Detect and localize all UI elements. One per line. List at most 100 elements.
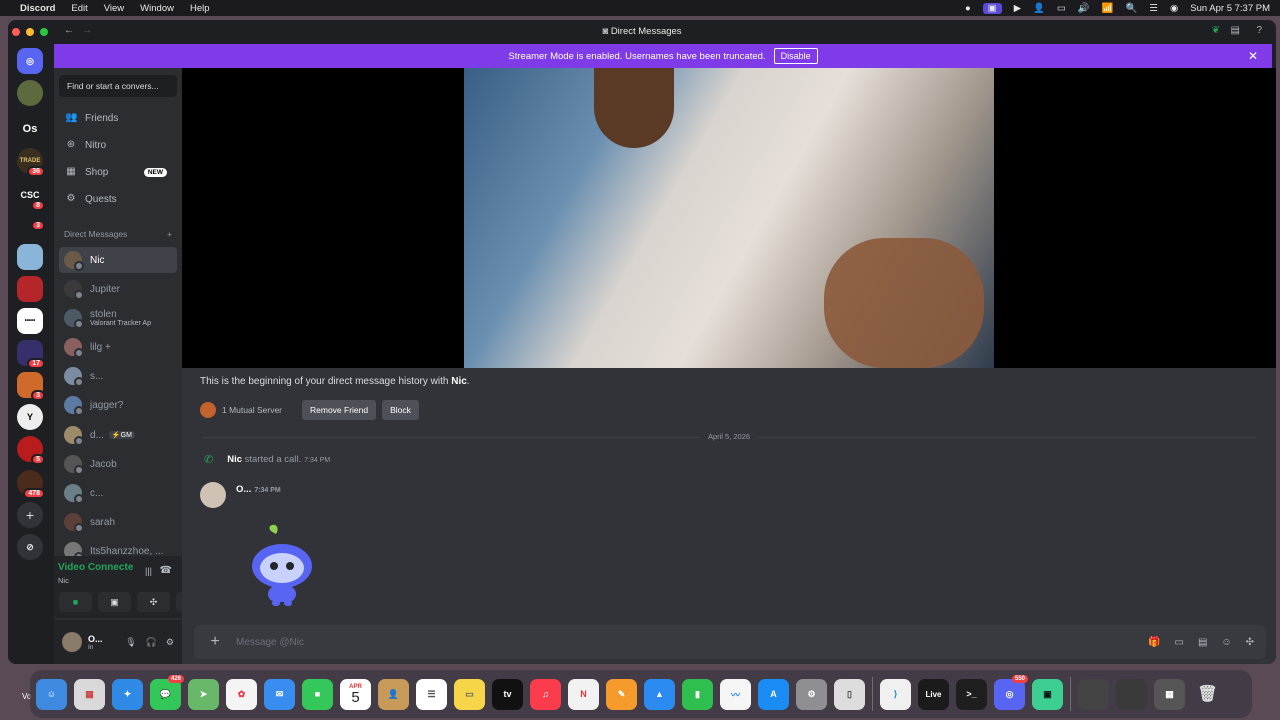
server-icon-csc[interactable]: CSC 8	[17, 182, 45, 211]
noise-suppression-icon[interactable]: |||	[145, 566, 152, 576]
video-stage[interactable]	[182, 68, 1276, 368]
dm-item[interactable]: Nic	[59, 247, 177, 273]
photos-icon[interactable]: ✿	[226, 678, 257, 710]
menu-app-name[interactable]: Discord	[20, 3, 55, 14]
dm-item[interactable]: stolen Valorant Tracker Ap	[59, 305, 177, 331]
dm-item[interactable]: Jupiter	[59, 276, 177, 302]
mail-icon[interactable]: ✉	[264, 678, 295, 710]
dm-item[interactable]: Jacob	[59, 451, 177, 477]
record-icon[interactable]: ●	[965, 3, 971, 14]
block-button[interactable]: Block	[382, 400, 419, 420]
discover-icon[interactable]: ⊘	[17, 534, 43, 560]
disconnect-icon[interactable]: ☎	[160, 565, 172, 576]
server-icon-7[interactable]: •••••	[17, 308, 43, 334]
vscode-icon[interactable]: ⟩	[880, 678, 911, 710]
emoji-icon[interactable]: ☺	[1221, 637, 1231, 648]
create-dm-icon[interactable]: +	[167, 229, 172, 239]
play-icon[interactable]: ▶	[1014, 3, 1021, 14]
dm-item[interactable]: s...	[59, 363, 177, 389]
video-feed[interactable]	[464, 68, 994, 368]
nav-shop[interactable]: ▦ Shop NEW	[59, 161, 177, 183]
downloads-icon[interactable]	[1078, 678, 1109, 710]
terminal-icon[interactable]: >_	[956, 678, 987, 710]
server-icon-12[interactable]: 478	[17, 470, 45, 499]
volume-icon[interactable]: 🔊	[1078, 3, 1090, 14]
gif-icon[interactable]: ▭	[1174, 637, 1183, 648]
notes-icon[interactable]: ▭	[454, 678, 485, 710]
user-icon[interactable]: 👤	[1033, 3, 1045, 14]
documents-icon[interactable]	[1116, 678, 1147, 710]
server-icon-6[interactable]	[17, 276, 43, 302]
server-icon-5[interactable]	[17, 244, 43, 270]
server-icon-os[interactable]: Os	[17, 116, 43, 142]
siri-icon[interactable]: ◉	[1170, 3, 1178, 14]
activities-icon[interactable]: ✣	[137, 592, 170, 612]
trash-icon[interactable]: 🗑	[1192, 679, 1223, 710]
dm-item[interactable]: jagger?	[59, 392, 177, 418]
dm-item[interactable]: d... ⚡GM	[59, 422, 177, 448]
server-icon-11[interactable]: 5	[17, 436, 45, 465]
server-icon-9[interactable]: 3	[17, 372, 45, 401]
server-icon-8[interactable]: 17	[17, 340, 45, 369]
inbox-icon[interactable]: ▤	[1231, 25, 1240, 36]
contacts-icon[interactable]: 👤	[378, 678, 409, 710]
server-icon-0[interactable]	[17, 80, 43, 106]
ableton-live-icon[interactable]: Live	[918, 678, 949, 710]
disable-streamer-button[interactable]: Disable	[773, 48, 818, 64]
wumpus-sticker[interactable]	[242, 518, 322, 608]
search-icon[interactable]: 🔍	[1126, 3, 1138, 14]
reminders-icon[interactable]: ☰	[416, 678, 447, 710]
help-icon[interactable]: ?	[1256, 25, 1262, 36]
recent-folder-icon[interactable]: ▦	[1154, 678, 1185, 710]
close-banner-icon[interactable]: ✕	[1248, 49, 1258, 63]
facetime-icon[interactable]: ■	[302, 678, 333, 710]
dm-item[interactable]: c...	[59, 480, 177, 506]
avatar[interactable]	[62, 632, 82, 652]
leaf-icon[interactable]: ❦	[1212, 25, 1220, 36]
calendar-icon[interactable]: APR 5	[340, 678, 371, 710]
call-author[interactable]: Nic	[227, 454, 242, 465]
message-avatar[interactable]	[200, 482, 226, 508]
microphone-icon[interactable]: 🎙	[125, 637, 136, 648]
menu-view[interactable]: View	[104, 3, 124, 14]
message-author[interactable]: O...	[236, 484, 251, 495]
nav-friends[interactable]: 👥 Friends	[59, 107, 177, 129]
mutual-server-icon[interactable]	[200, 402, 216, 418]
news-icon[interactable]: N	[568, 678, 599, 710]
iphone-mirroring-icon[interactable]: ▯	[834, 678, 865, 710]
pages-icon[interactable]: ✎	[606, 678, 637, 710]
menu-edit[interactable]: Edit	[71, 3, 87, 14]
menubar-clock[interactable]: Sun Apr 5 7:37 PM	[1190, 3, 1270, 14]
gift-icon[interactable]: 🎁	[1148, 637, 1160, 648]
numbers-icon[interactable]: ▮	[682, 678, 713, 710]
display-icon[interactable]: ▭	[1057, 3, 1066, 14]
server-icon-trade[interactable]: TRADE 36	[17, 148, 45, 177]
nav-quests[interactable]: ⚙ Quests	[59, 188, 177, 210]
mutual-servers[interactable]: 1 Mutual Server	[222, 405, 282, 415]
messages-icon[interactable]: 💬 426	[150, 674, 184, 710]
camera-icon[interactable]: ■	[59, 592, 92, 612]
gear-icon[interactable]: ⚙	[166, 637, 174, 648]
control-center-icon[interactable]: ☰	[1149, 3, 1158, 14]
wifi-icon[interactable]: 📶	[1102, 3, 1114, 14]
discord-icon[interactable]: ◎ 550	[994, 674, 1028, 710]
keynote-icon[interactable]: ▲	[644, 678, 675, 710]
message-input[interactable]: Message @Nic	[236, 637, 304, 648]
voice-channel[interactable]: Nic	[58, 576, 69, 585]
safari-icon[interactable]: ✦	[112, 678, 143, 710]
apps-icon[interactable]: ✣	[1246, 637, 1254, 648]
message-composer[interactable]: + Message @Nic 🎁 ▭ ▤ ☺ ✣	[194, 625, 1266, 659]
system-settings-icon[interactable]: ⚙	[796, 678, 827, 710]
dm-item[interactable]: sarah	[59, 509, 177, 535]
music-icon[interactable]: ♫	[530, 678, 561, 710]
screen-icon[interactable]: ▣	[982, 2, 1002, 14]
launchpad-icon[interactable]: ▦	[74, 678, 105, 710]
add-server-icon[interactable]: +	[17, 502, 43, 528]
server-icon-4[interactable]: 3	[17, 212, 45, 231]
headphones-icon[interactable]: 🎧	[146, 637, 157, 648]
maps-icon[interactable]: ➤	[188, 678, 219, 710]
nav-nitro[interactable]: ⊛ Nitro	[59, 134, 177, 156]
discord-home-icon[interactable]: ◎	[17, 48, 43, 74]
server-icon-10[interactable]: Y	[17, 404, 43, 430]
search-input[interactable]: Find or start a convers...	[59, 75, 177, 97]
